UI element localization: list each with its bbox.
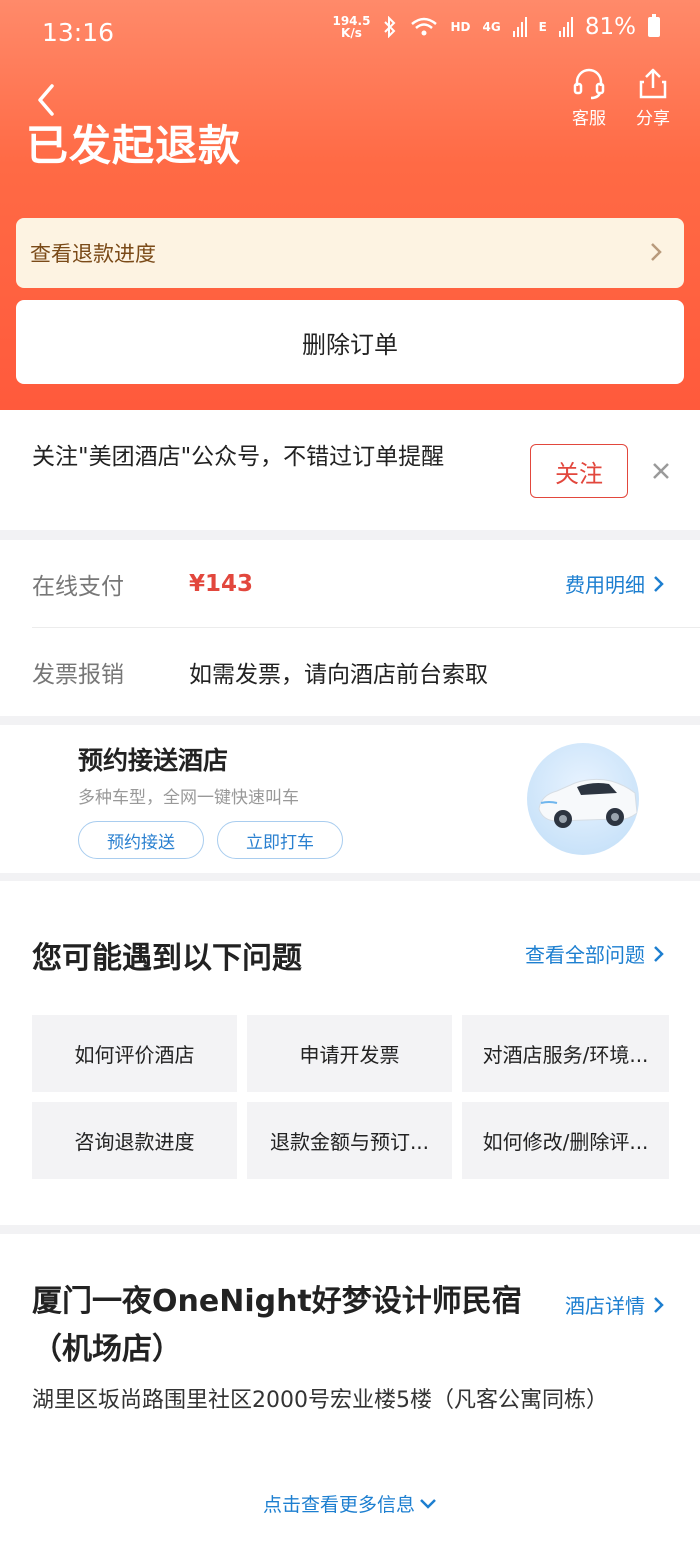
more-info-label: 点击查看更多信息 xyxy=(262,1494,415,1516)
refund-progress-label: 查看退款进度 xyxy=(30,242,156,266)
invoice-label: 发票报销 xyxy=(32,662,124,688)
car-illustration xyxy=(527,743,639,855)
status-indicators: 194.5 K/s HD 4G E 81% xyxy=(332,14,660,40)
payment-amount: ¥143 xyxy=(189,570,254,597)
network-speed: 194.5 K/s xyxy=(332,15,370,39)
hotel-detail-label: 酒店详情 xyxy=(565,1294,645,1318)
bluetooth-icon xyxy=(384,16,396,38)
header-banner: 13:16 194.5 K/s HD 4G E 81% 已发起退款 客服 分享 xyxy=(0,0,700,410)
call-taxi-button[interactable]: 立即打车 xyxy=(217,821,343,859)
hd-indicator: HD xyxy=(450,20,471,34)
status-bar: 13:16 194.5 K/s HD 4G E 81% xyxy=(0,0,700,66)
payment-section: 在线支付 ¥143 费用明细 发票报销 如需发票，请向酒店前台索取 xyxy=(0,540,700,716)
faq-item[interactable]: 咨询退款进度 xyxy=(32,1102,237,1179)
book-pickup-button[interactable]: 预约接送 xyxy=(78,821,204,859)
signal-bars-2-icon xyxy=(558,17,573,37)
follow-banner-text: 关注"美团酒店"公众号，不错过订单提醒 xyxy=(32,444,445,470)
faq-item[interactable]: 退款金额与预订... xyxy=(247,1102,452,1179)
faq-title: 您可能遇到以下问题 xyxy=(32,941,302,976)
transfer-subtitle: 多种车型，全网一键快速叫车 xyxy=(78,788,299,808)
share-label: 分享 xyxy=(636,109,670,129)
view-all-questions-link[interactable]: 查看全部问题 xyxy=(525,939,664,968)
delete-order-label: 删除订单 xyxy=(302,330,398,359)
signal-bars-icon xyxy=(512,17,527,37)
faq-item[interactable]: 申请开发票 xyxy=(247,1015,452,1092)
car-icon xyxy=(538,778,638,828)
online-payment-row: 在线支付 ¥143 费用明细 xyxy=(32,540,700,628)
battery-percent: 81% xyxy=(584,14,636,40)
signal-4g-label: 4G xyxy=(482,20,501,34)
customer-service-button[interactable]: 客服 xyxy=(568,66,610,129)
headset-icon xyxy=(573,68,605,100)
online-payment-label: 在线支付 xyxy=(32,573,124,600)
refund-progress-bar[interactable]: 查看退款进度 xyxy=(16,218,684,288)
transfer-section: 预约接送酒店 多种车型，全网一键快速叫车 预约接送 立即打车 xyxy=(0,725,700,873)
battery-icon xyxy=(648,14,660,37)
more-info-link[interactable]: 点击查看更多信息 xyxy=(0,1490,700,1517)
faq-item[interactable]: 如何评价酒店 xyxy=(32,1015,237,1092)
faq-item[interactable]: 如何修改/删除评... xyxy=(462,1102,669,1179)
faq-section: 您可能遇到以下问题 查看全部问题 如何评价酒店 申请开发票 对酒店服务/环境..… xyxy=(0,881,700,1225)
network-speed-unit: K/s xyxy=(341,26,362,40)
invoice-row: 发票报销 如需发票，请向酒店前台索取 xyxy=(32,628,700,716)
page-title: 已发起退款 xyxy=(26,121,242,170)
delete-order-button[interactable]: 删除订单 xyxy=(16,300,684,384)
hotel-detail-link[interactable]: 酒店详情 xyxy=(565,1290,664,1319)
share-button[interactable]: 分享 xyxy=(632,66,674,129)
faq-item[interactable]: 对酒店服务/环境... xyxy=(462,1015,669,1092)
chevron-right-icon xyxy=(654,945,664,962)
follow-button[interactable]: 关注 xyxy=(530,444,628,498)
close-icon[interactable] xyxy=(650,460,672,482)
chevron-right-icon xyxy=(654,1296,664,1313)
view-all-questions-label: 查看全部问题 xyxy=(525,943,645,967)
hotel-address: 湖里区坂尚路围里社区2000号宏业楼5楼（凡客公寓同栋） xyxy=(32,1388,608,1413)
chevron-right-icon xyxy=(651,243,662,261)
fee-detail-label: 费用明细 xyxy=(565,573,645,597)
faq-grid: 如何评价酒店 申请开发票 对酒店服务/环境... 咨询退款进度 退款金额与预订.… xyxy=(32,1015,670,1179)
hotel-name: 厦门一夜OneNight好梦设计师民宿（机场店） xyxy=(32,1284,522,1367)
chevron-down-icon xyxy=(420,1498,436,1509)
top-actions: 客服 分享 xyxy=(568,66,674,129)
hotel-section: 厦门一夜OneNight好梦设计师民宿（机场店） 酒店详情 湖里区坂尚路围里社区… xyxy=(0,1234,700,1555)
transfer-title: 预约接送酒店 xyxy=(78,746,229,775)
share-icon xyxy=(639,68,667,99)
chevron-right-icon xyxy=(654,575,664,592)
status-time: 13:16 xyxy=(42,18,115,47)
invoice-text: 如需发票，请向酒店前台索取 xyxy=(189,662,488,688)
fee-detail-link[interactable]: 费用明细 xyxy=(565,569,664,598)
customer-service-label: 客服 xyxy=(572,109,606,129)
wifi-icon xyxy=(411,17,438,36)
signal-e-label: E xyxy=(538,20,547,34)
follow-banner: 关注"美团酒店"公众号，不错过订单提醒 关注 xyxy=(0,410,700,530)
